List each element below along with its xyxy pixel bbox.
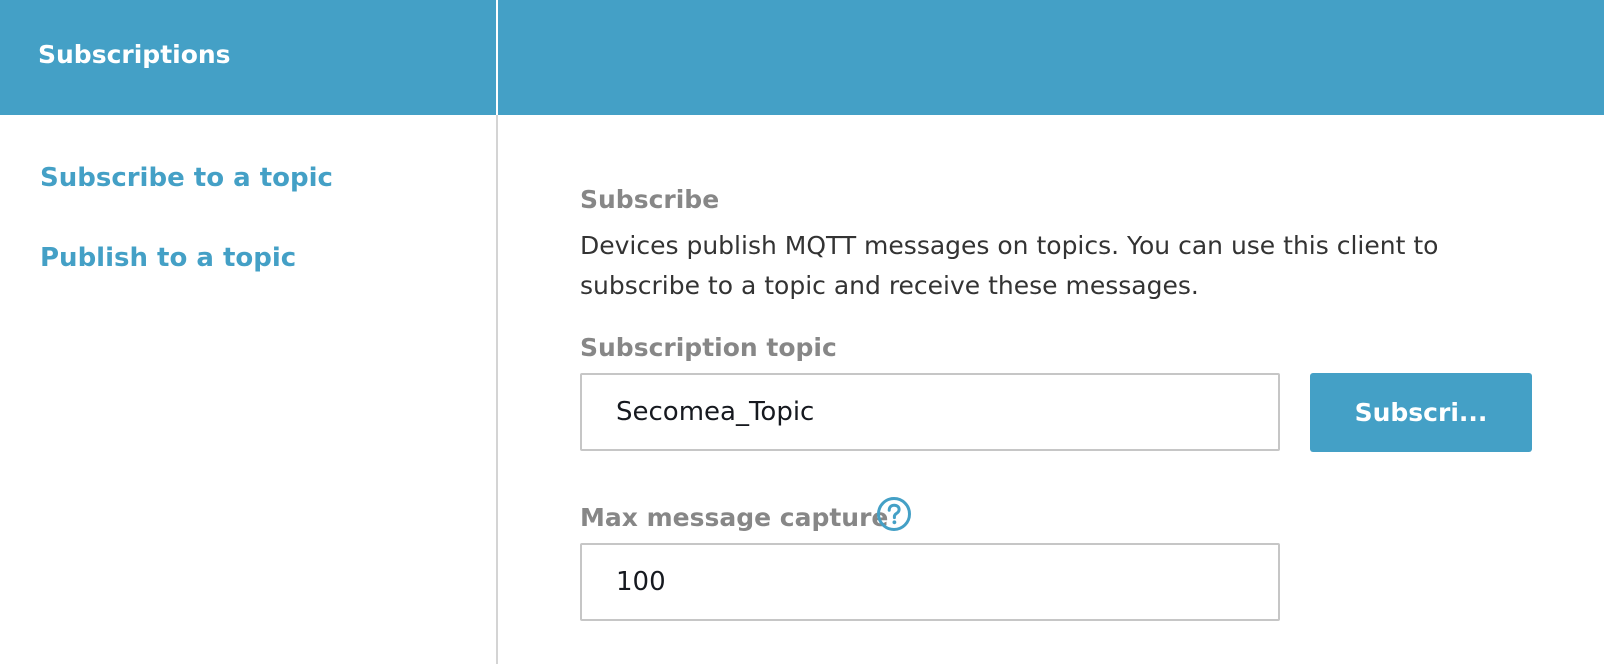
section-title: Subscribe	[580, 185, 720, 214]
header-bar	[0, 0, 1604, 115]
section-description: Devices publish MQTT messages on topics.…	[580, 231, 1439, 300]
sidebar-item-publish[interactable]: Publish to a topic	[40, 242, 296, 274]
subscription-topic-input[interactable]	[580, 373, 1280, 451]
max-message-capture-label: Max message capture	[580, 503, 889, 532]
sidebar-divider	[496, 0, 498, 664]
mqtt-test-client: Subscriptions Subscribe to a topic Publi…	[0, 0, 1604, 664]
body-divider-segment	[496, 115, 498, 664]
sidebar-item-subscribe[interactable]: Subscribe to a topic	[40, 162, 333, 194]
subscription-topic-label: Subscription topic	[580, 333, 837, 362]
subscribe-button[interactable]: Subscri...	[1310, 373, 1532, 452]
page-title: Subscriptions	[38, 40, 231, 69]
header-divider-segment	[496, 0, 498, 115]
question-circle-icon[interactable]	[876, 496, 912, 532]
max-message-capture-input[interactable]	[580, 543, 1280, 621]
